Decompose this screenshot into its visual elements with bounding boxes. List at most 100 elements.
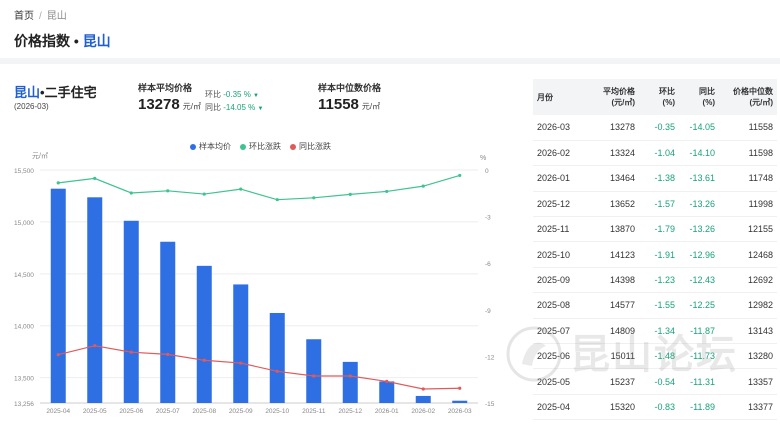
avg-price-value-wrap: 13278 元/㎡ [138, 96, 201, 113]
right-tick-label: -9 [485, 308, 491, 315]
table-cell: 11558 [715, 115, 777, 141]
bar [123, 220, 139, 403]
right-tick-label: 0 [485, 168, 489, 175]
table-cell: -14.05 [675, 115, 715, 141]
table-cell: -11.31 [675, 368, 715, 395]
table-cell: 13324 [589, 140, 637, 167]
series-point-yoy [93, 344, 97, 348]
table-cell: -0.83 [637, 394, 675, 421]
series-point-yoy [458, 386, 462, 390]
x-tick-label: 2025-04 [46, 408, 70, 415]
table-cell: 13464 [589, 165, 637, 192]
left-tick-label: 14,500 [14, 272, 34, 279]
table-cell: 15320 [589, 394, 637, 421]
table-cell: 2026-01 [533, 165, 589, 192]
series-line-mom [58, 174, 460, 201]
table-row: 2025-09 14398 -1.23 -12.43 12692 [533, 267, 777, 294]
x-tick-label: 2025-12 [338, 408, 362, 415]
median-price-label: 样本中位数价格 [318, 83, 382, 93]
breadcrumb: 首页 / 昆山 [14, 7, 67, 22]
table-row: 2025-12 13652 -1.57 -13.26 11998 [533, 191, 777, 218]
bar [196, 265, 212, 403]
series-point-yoy [275, 369, 279, 373]
table-cell: 2025-05 [533, 368, 589, 395]
series-point-yoy [385, 379, 389, 384]
left-axis-unit: 元/㎡ [32, 152, 48, 160]
mom-change: 环比 -0.35 % ▼ [205, 89, 263, 102]
table-cell: -11.73 [675, 343, 715, 370]
table-cell: -1.38 [637, 165, 675, 192]
series-point-mom [458, 173, 462, 178]
avg-price-changes: 环比 -0.35 % ▼ 同比 -14.05 % ▼ [205, 89, 263, 115]
left-tick-label: 15,500 [14, 168, 34, 175]
table-cell: 13377 [715, 394, 777, 421]
median-price-value-wrap: 11558 元/㎡ [318, 96, 380, 113]
table-cell: -0.35 [637, 115, 675, 141]
table-cell: 11748 [715, 165, 777, 192]
bar [306, 339, 322, 403]
table-cell: 14809 [589, 318, 637, 345]
bar [269, 312, 285, 403]
table-cell: -12.43 [675, 267, 715, 294]
table-row: 2025-04 15320 -0.83 -11.89 13377 [533, 394, 777, 421]
table-header-row: 月份 平均价格 (元/㎡) 环比 (%) 同比 (%) 价格中位数 (元/㎡) [533, 79, 777, 115]
table-cell: -14.10 [675, 140, 715, 167]
city-name: 昆山 [14, 85, 41, 100]
yoy-value: -14.05 % [223, 103, 256, 112]
avg-price-label: 样本平均价格 [138, 83, 193, 93]
table-cell: 13143 [715, 318, 777, 345]
table-cell: 2025-11 [533, 216, 589, 243]
column-header: 月份 [533, 79, 589, 115]
median-price-unit: 元/㎡ [361, 102, 381, 111]
breadcrumb-home-link[interactable]: 首页 [14, 11, 34, 22]
table-row: 2025-10 14123 -1.91 -12.96 12468 [533, 241, 777, 268]
table-cell: 2025-06 [533, 343, 589, 370]
legend-swatch-mom [240, 143, 246, 150]
table-cell: 2025-10 [533, 241, 589, 268]
bar [415, 395, 431, 403]
table-cell: 15011 [589, 343, 637, 370]
city-title: 昆山•二手住宅 [14, 82, 97, 101]
table-cell: 15237 [589, 368, 637, 395]
series-point-yoy [421, 387, 425, 391]
table-row: 2025-08 14577 -1.55 -12.25 12982 [533, 292, 777, 319]
price-table: 月份 平均价格 (元/㎡) 环比 (%) 同比 (%) 价格中位数 (元/㎡) 2026-03 1… [533, 79, 777, 421]
x-tick-label: 2025-08 [192, 408, 216, 415]
series-point-mom [348, 192, 352, 196]
page-title-city: 昆山 [82, 33, 111, 49]
table-row: 2025-11 13870 -1.79 -13.26 12155 [533, 216, 777, 243]
table-cell: 13652 [589, 191, 637, 218]
bar [379, 381, 395, 403]
x-tick-label: 2026-01 [375, 408, 399, 415]
x-tick-label: 2025-05 [83, 408, 107, 415]
series-line-yoy [58, 345, 460, 390]
right-tick-label: -6 [485, 261, 491, 268]
table-cell: 2026-02 [533, 140, 589, 167]
x-tick-label: 2025-07 [156, 408, 180, 415]
bar [452, 400, 468, 403]
right-tick-label: -12 [485, 354, 495, 361]
page-title-prefix: 价格指数 • [14, 33, 83, 49]
price-chart: 元/㎡ % 15,500 15,000 14,500 14,000 13,500 13,256… [14, 152, 495, 415]
series-point-mom [239, 187, 243, 191]
table-cell: -1.79 [637, 216, 675, 243]
page-title: 价格指数 • 昆山 [14, 31, 111, 51]
series-point-yoy [129, 350, 133, 354]
table-cell: 11998 [715, 191, 777, 218]
table-row: 2026-01 13464 -1.38 -13.61 11748 [533, 165, 777, 192]
right-tick-label: -15 [485, 401, 495, 408]
series-point-mom [275, 198, 279, 202]
x-tick-label: 2025-09 [229, 408, 253, 415]
series-point-mom [202, 192, 206, 196]
median-price-value: 11558 [318, 96, 359, 113]
report-date: (2026-03) [14, 102, 49, 111]
column-header: 价格中位数 (元/㎡) [715, 79, 777, 115]
breadcrumb-separator: / [39, 11, 42, 22]
series-point-yoy [202, 358, 206, 362]
table-cell: 2026-03 [533, 115, 589, 141]
yoy-label: 同比 [205, 103, 221, 112]
table-cell: 13357 [715, 368, 777, 395]
series-point-mom [56, 181, 60, 185]
table-cell: -1.57 [637, 191, 675, 218]
bar [233, 284, 249, 403]
